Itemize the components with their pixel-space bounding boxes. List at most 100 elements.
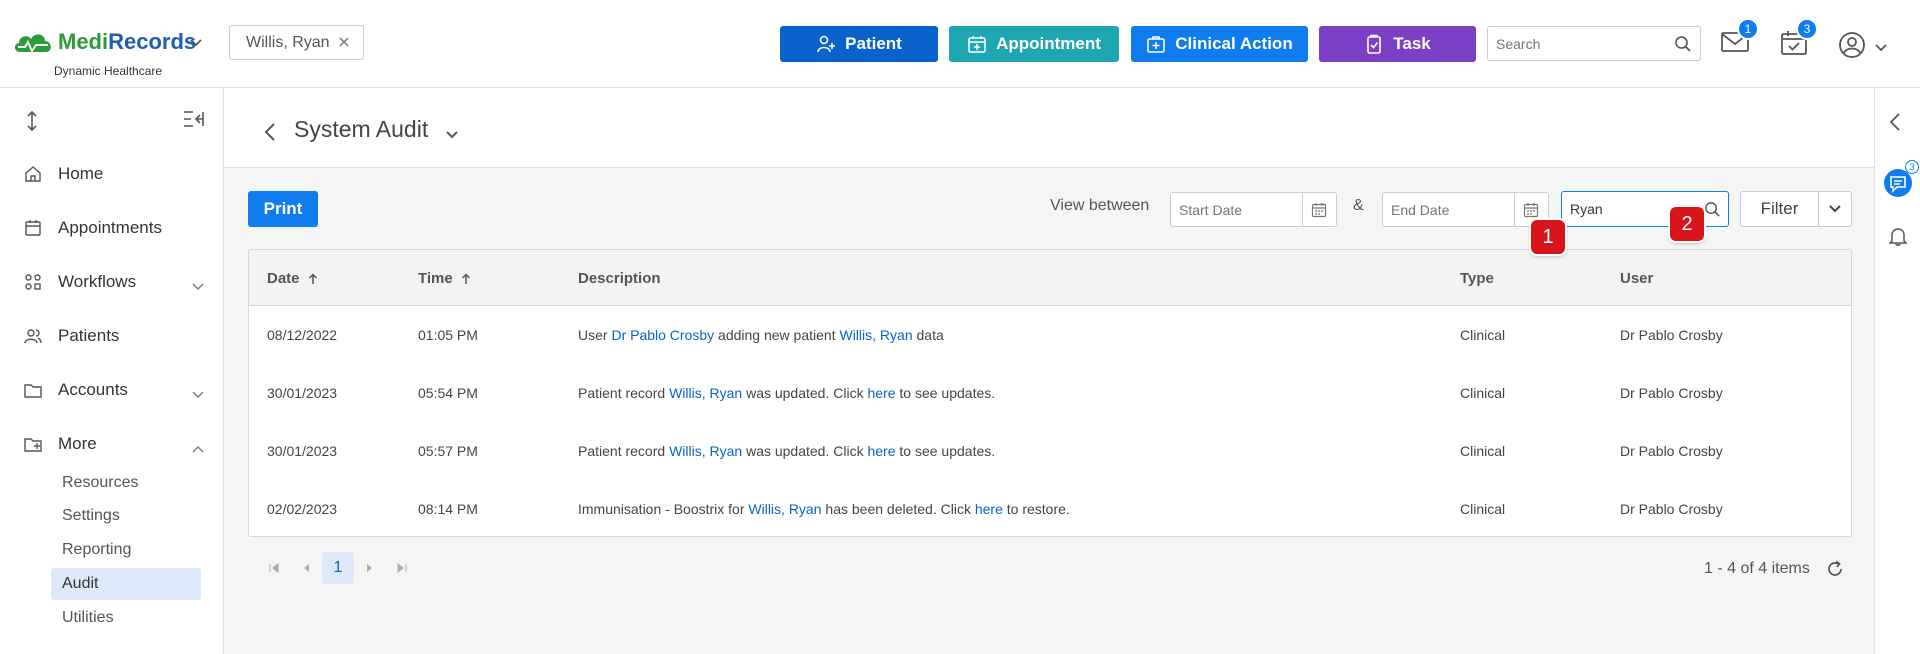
filter-button-label[interactable]: Filter: [1741, 192, 1819, 226]
here-link[interactable]: here: [867, 385, 895, 401]
folder-icon: [24, 381, 44, 399]
start-date-field[interactable]: [1170, 192, 1337, 227]
view-between-label: View between: [1050, 197, 1150, 214]
task-button[interactable]: Task: [1319, 26, 1476, 62]
step-marker-1: 1: [1531, 220, 1565, 254]
cell-date: 02/02/2023: [267, 501, 338, 517]
collapse-sidebar-icon[interactable]: [183, 110, 205, 132]
table-row: 30/01/2023 05:57 PM Patient record Willi…: [249, 422, 1851, 480]
pagination: 1: [258, 552, 418, 584]
patient-chip[interactable]: Willis, Ryan: [229, 25, 364, 60]
chevron-left-icon[interactable]: [1889, 112, 1901, 136]
filter-button[interactable]: Filter: [1740, 191, 1852, 227]
back-chevron-icon[interactable]: [264, 122, 276, 146]
end-date-field[interactable]: [1382, 192, 1549, 227]
appointment-button-label: Appointment: [996, 34, 1101, 53]
column-header-time[interactable]: Time: [418, 270, 471, 287]
column-header-user[interactable]: User: [1620, 270, 1653, 287]
chevron-down-icon: [192, 276, 204, 296]
folder-plus-icon: [24, 435, 44, 453]
sidebar-item-home[interactable]: Home: [24, 159, 204, 189]
patient-chip-label: Willis, Ryan: [246, 33, 330, 51]
sidebar: Home Appointments Workflows Patients Acc…: [0, 88, 224, 654]
sort-ascending-icon: [308, 272, 317, 284]
expand-vertical-icon[interactable]: [25, 110, 39, 136]
sidebar-item-label: Home: [58, 164, 104, 183]
app-logo[interactable]: MediRecords: [12, 28, 196, 56]
calendar-count-badge: 3: [1796, 18, 1818, 40]
clinical-action-button-label: Clinical Action: [1175, 34, 1293, 53]
chevron-up-icon: [192, 438, 204, 458]
and-separator: &: [1353, 197, 1364, 214]
column-header-type[interactable]: Type: [1460, 270, 1494, 287]
chat-count-badge: 3: [1905, 160, 1919, 174]
global-search[interactable]: [1487, 26, 1701, 61]
search-icon[interactable]: [1704, 201, 1721, 222]
start-date-input[interactable]: [1171, 193, 1301, 226]
sidebar-item-more[interactable]: More: [24, 429, 204, 459]
sidebar-subitem-reporting[interactable]: Reporting: [51, 534, 201, 566]
sidebar-item-accounts[interactable]: Accounts: [24, 375, 204, 405]
task-button-label: Task: [1393, 34, 1431, 53]
filter-dropdown-chevron-icon[interactable]: [1819, 192, 1851, 226]
user-link[interactable]: Dr Pablo Crosby: [611, 327, 714, 343]
sidebar-subitem-resources[interactable]: Resources: [51, 467, 201, 499]
people-icon: [24, 327, 44, 345]
page-number-current[interactable]: 1: [322, 552, 354, 584]
bell-icon[interactable]: [1888, 226, 1908, 250]
cell-description: Patient record Willis, Ryan was updated.…: [578, 443, 996, 459]
sidebar-item-patients[interactable]: Patients: [24, 321, 204, 351]
sidebar-item-appointments[interactable]: Appointments: [24, 213, 204, 243]
right-rail: 3: [1874, 88, 1920, 654]
previous-page-icon[interactable]: [290, 552, 322, 584]
patient-link[interactable]: Willis, Ryan: [748, 501, 821, 517]
sidebar-tools: [25, 110, 205, 134]
refresh-icon[interactable]: [1826, 560, 1844, 582]
cell-time: 05:57 PM: [418, 443, 478, 459]
table-row: 30/01/2023 05:54 PM Patient record Willi…: [249, 364, 1851, 422]
patient-button-label: Patient: [845, 34, 902, 53]
here-link[interactable]: here: [975, 501, 1003, 517]
sidebar-item-label: Appointments: [58, 218, 162, 237]
column-header-date[interactable]: Date: [267, 270, 318, 287]
first-page-icon[interactable]: [258, 552, 290, 584]
patient-link[interactable]: Willis, Ryan: [669, 443, 742, 459]
calendar-icon: [24, 219, 44, 237]
patient-button[interactable]: Patient: [780, 26, 938, 62]
calendar-icon[interactable]: [1311, 202, 1327, 222]
global-search-input[interactable]: [1488, 27, 1658, 60]
sidebar-subitem-utilities[interactable]: Utilities: [51, 602, 201, 634]
appointment-button[interactable]: Appointment: [949, 26, 1119, 62]
close-icon[interactable]: [337, 35, 351, 54]
sidebar-item-workflows[interactable]: Workflows: [24, 267, 204, 297]
top-bar: MediRecords Dynamic Healthcare Willis, R…: [0, 0, 1920, 88]
title-chevron-down-icon[interactable]: [446, 126, 458, 143]
cell-type: Clinical: [1460, 327, 1506, 343]
page-title[interactable]: System Audit: [294, 116, 428, 143]
user-avatar-icon[interactable]: [1838, 31, 1866, 63]
last-page-icon[interactable]: [386, 552, 418, 584]
cell-user: Dr Pablo Crosby: [1620, 501, 1723, 517]
sidebar-subitem-audit[interactable]: Audit: [51, 568, 201, 600]
table-row: 08/12/2022 01:05 PM User Dr Pablo Crosby…: [249, 306, 1851, 364]
cell-user: Dr Pablo Crosby: [1620, 385, 1723, 401]
end-date-input[interactable]: [1383, 193, 1513, 226]
cell-date: 08/12/2022: [267, 327, 338, 343]
audit-search-input[interactable]: [1562, 192, 1682, 226]
calendar-icon[interactable]: [1523, 202, 1539, 222]
here-link[interactable]: here: [867, 443, 895, 459]
user-menu-chevron-down-icon[interactable]: [1875, 39, 1887, 56]
sort-ascending-icon: [461, 272, 470, 284]
clinical-action-button[interactable]: Clinical Action: [1131, 26, 1308, 62]
logo-chevron-down-icon[interactable]: [190, 34, 202, 51]
print-button[interactable]: Print: [248, 191, 318, 227]
column-header-description[interactable]: Description: [578, 270, 661, 287]
divider: [1302, 193, 1303, 226]
patient-link[interactable]: Willis, Ryan: [839, 327, 912, 343]
search-icon[interactable]: [1674, 35, 1692, 57]
next-page-icon[interactable]: [354, 552, 386, 584]
app-subtitle: Dynamic Healthcare: [54, 64, 163, 78]
sidebar-subitem-settings[interactable]: Settings: [51, 500, 201, 532]
patient-link[interactable]: Willis, Ryan: [669, 385, 742, 401]
cell-user: Dr Pablo Crosby: [1620, 327, 1723, 343]
